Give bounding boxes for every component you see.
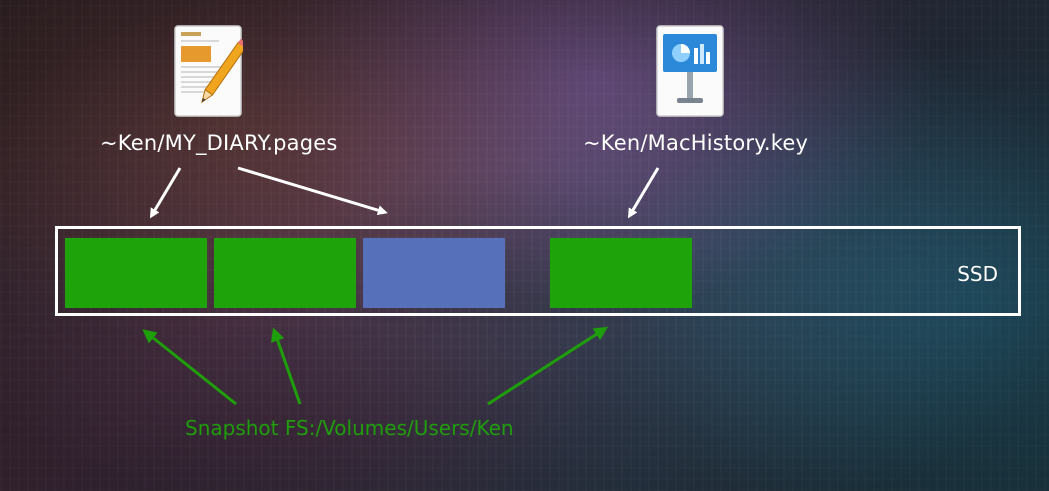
arrow-snapshot-to-block-5 [487, 326, 609, 406]
snapshot-label: Snapshot FS:/Volumes/Users/Ken [185, 416, 514, 440]
arrow-snapshot-to-block-2 [271, 327, 302, 405]
arrow-snapshot-to-block-1 [142, 329, 237, 406]
arrow-machistory-to-block-5 [627, 167, 660, 219]
arrow-layer [142, 166, 660, 406]
arrow-diary-to-block-1 [149, 167, 182, 219]
arrow-diary-to-block-3 [237, 166, 388, 216]
